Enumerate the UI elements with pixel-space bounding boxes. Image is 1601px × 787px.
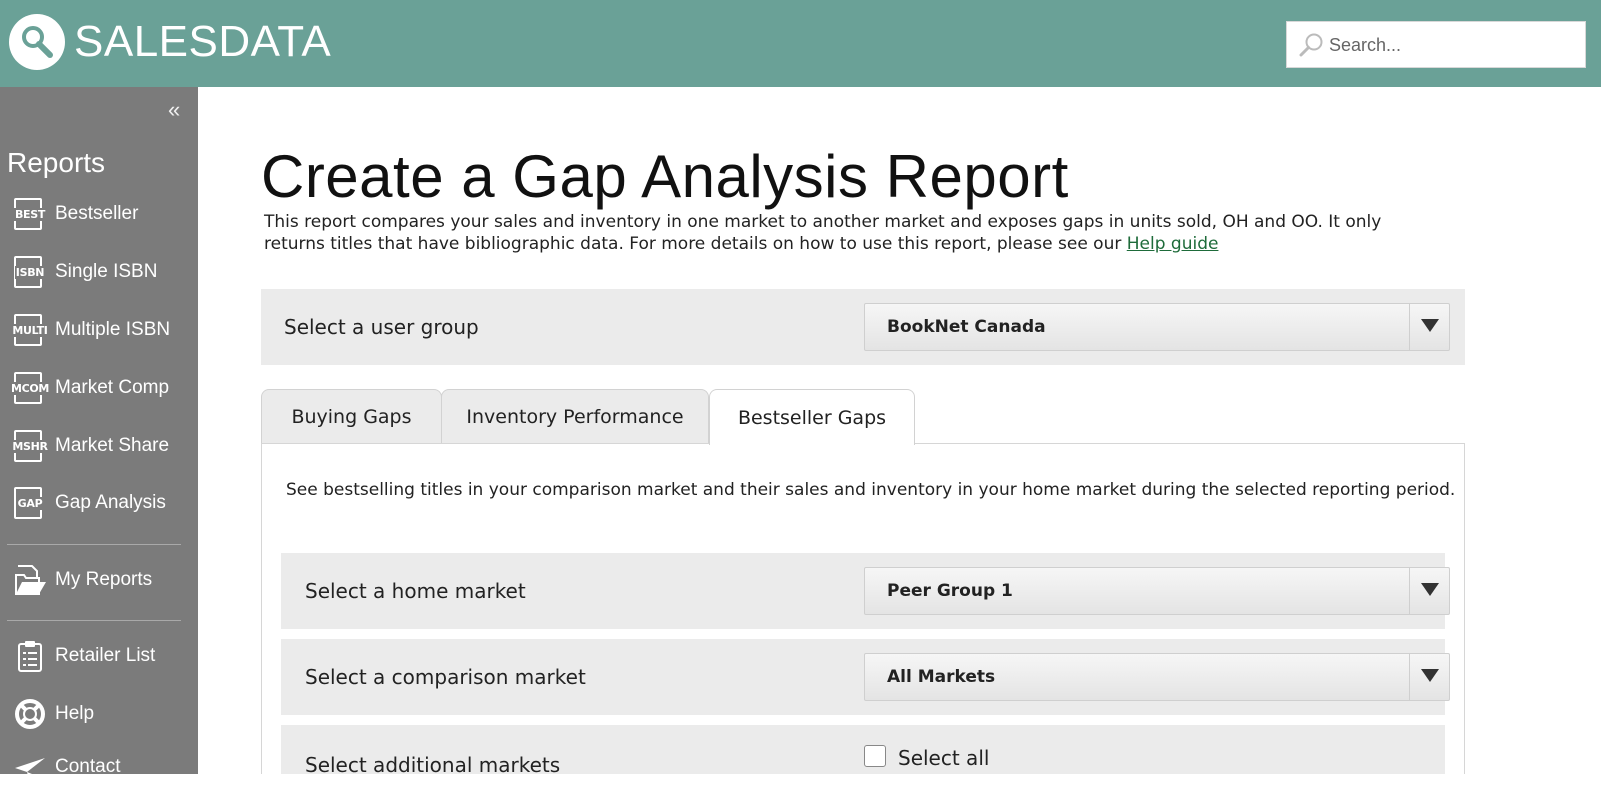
additional-markets-label: Select additional markets xyxy=(305,753,561,777)
market-comp-report-icon: MCOM xyxy=(8,371,52,405)
chevron-down-icon[interactable] xyxy=(1409,568,1449,614)
help-guide-link[interactable]: Help guide xyxy=(1127,234,1219,254)
tab-description: See bestselling titles in your compariso… xyxy=(286,480,1456,500)
user-group-row: Select a user group BookNet Canada xyxy=(261,289,1465,365)
comparison-market-value: All Markets xyxy=(887,667,996,687)
lifebuoy-icon xyxy=(8,697,52,731)
additional-markets-row: Select additional markets Select all xyxy=(281,725,1445,777)
comparison-market-row: Select a comparison market All Markets xyxy=(281,639,1450,715)
comparison-market-label: Select a comparison market xyxy=(305,665,586,689)
sidebar-item-label: Market Share xyxy=(55,435,170,456)
chevron-down-icon[interactable] xyxy=(1409,654,1449,700)
sidebar-item-my-reports[interactable]: My Reports xyxy=(0,560,198,600)
sidebar-item-contact[interactable]: Contact xyxy=(0,747,198,787)
market-share-report-icon: MSHR xyxy=(8,429,52,463)
home-market-value: Peer Group 1 xyxy=(887,581,1013,601)
sidebar-item-label: Multiple ISBN xyxy=(55,319,171,340)
top-header: SALESDATA xyxy=(0,0,1601,87)
home-market-row: Select a home market Peer Group 1 xyxy=(281,553,1450,629)
sidebar-item-market-comp[interactable]: MCOM Market Comp xyxy=(0,368,198,408)
user-group-label: Select a user group xyxy=(284,315,479,339)
comparison-market-select[interactable]: All Markets xyxy=(864,653,1450,701)
sidebar-item-single-isbn[interactable]: ISBN Single ISBN xyxy=(0,252,198,292)
home-market-select[interactable]: Peer Group 1 xyxy=(864,567,1450,615)
sidebar-item-retailer-list[interactable]: Retailer List xyxy=(0,636,198,676)
sidebar-item-label: Contact xyxy=(55,756,121,777)
sidebar-item-bestseller[interactable]: BEST Bestseller xyxy=(0,194,198,234)
search-icon xyxy=(1299,33,1323,57)
sidebar-item-gap-analysis[interactable]: GAP Gap Analysis xyxy=(0,483,198,523)
tab-inventory-performance[interactable]: Inventory Performance xyxy=(441,389,709,444)
sidebar-heading: Reports xyxy=(7,147,106,178)
sidebar-item-label: Single ISBN xyxy=(55,261,158,282)
collapse-sidebar-icon[interactable]: « xyxy=(168,97,180,123)
sidebar-item-label: My Reports xyxy=(55,569,153,590)
search-box[interactable] xyxy=(1286,21,1586,68)
sidebar-divider xyxy=(7,620,181,621)
multiple-isbn-report-icon: MULTI xyxy=(8,313,52,347)
sidebar-item-multiple-isbn[interactable]: MULTI Multiple ISBN xyxy=(0,310,198,350)
select-all-label[interactable]: Select all xyxy=(898,746,989,770)
user-group-value: BookNet Canada xyxy=(887,317,1046,337)
single-isbn-report-icon: ISBN xyxy=(8,255,52,289)
sidebar: « Reports BEST Bestseller ISBN Single IS… xyxy=(0,87,198,780)
sidebar-divider xyxy=(7,544,181,545)
gap-analysis-report-icon: GAP xyxy=(8,486,52,520)
tab-bestseller-gaps[interactable]: Bestseller Gaps xyxy=(709,389,915,445)
search-input[interactable] xyxy=(1329,30,1579,60)
sidebar-item-help[interactable]: Help xyxy=(0,694,198,734)
home-market-label: Select a home market xyxy=(305,579,526,603)
sidebar-item-label: Gap Analysis xyxy=(55,492,166,513)
chevron-down-icon[interactable] xyxy=(1409,304,1449,350)
logo-magnifier-icon[interactable] xyxy=(9,14,65,70)
folder-icon xyxy=(8,563,52,597)
bestseller-report-icon: BEST xyxy=(8,197,52,231)
paper-plane-icon xyxy=(8,750,52,784)
brand-name[interactable]: SALESDATA xyxy=(74,17,331,67)
tab-buying-gaps[interactable]: Buying Gaps xyxy=(261,389,442,444)
sidebar-item-market-share[interactable]: MSHR Market Share xyxy=(0,426,198,466)
user-group-select[interactable]: BookNet Canada xyxy=(864,303,1450,351)
sidebar-item-label: Market Comp xyxy=(55,377,170,398)
clipboard-icon xyxy=(8,639,52,673)
sidebar-item-label: Bestseller xyxy=(55,203,139,224)
page-title: Create a Gap Analysis Report xyxy=(261,143,1069,210)
sidebar-item-label: Help xyxy=(55,703,95,724)
select-all-checkbox[interactable] xyxy=(864,745,886,767)
intro-text: This report compares your sales and inve… xyxy=(264,212,1382,254)
sidebar-item-label: Retailer List xyxy=(55,645,156,666)
